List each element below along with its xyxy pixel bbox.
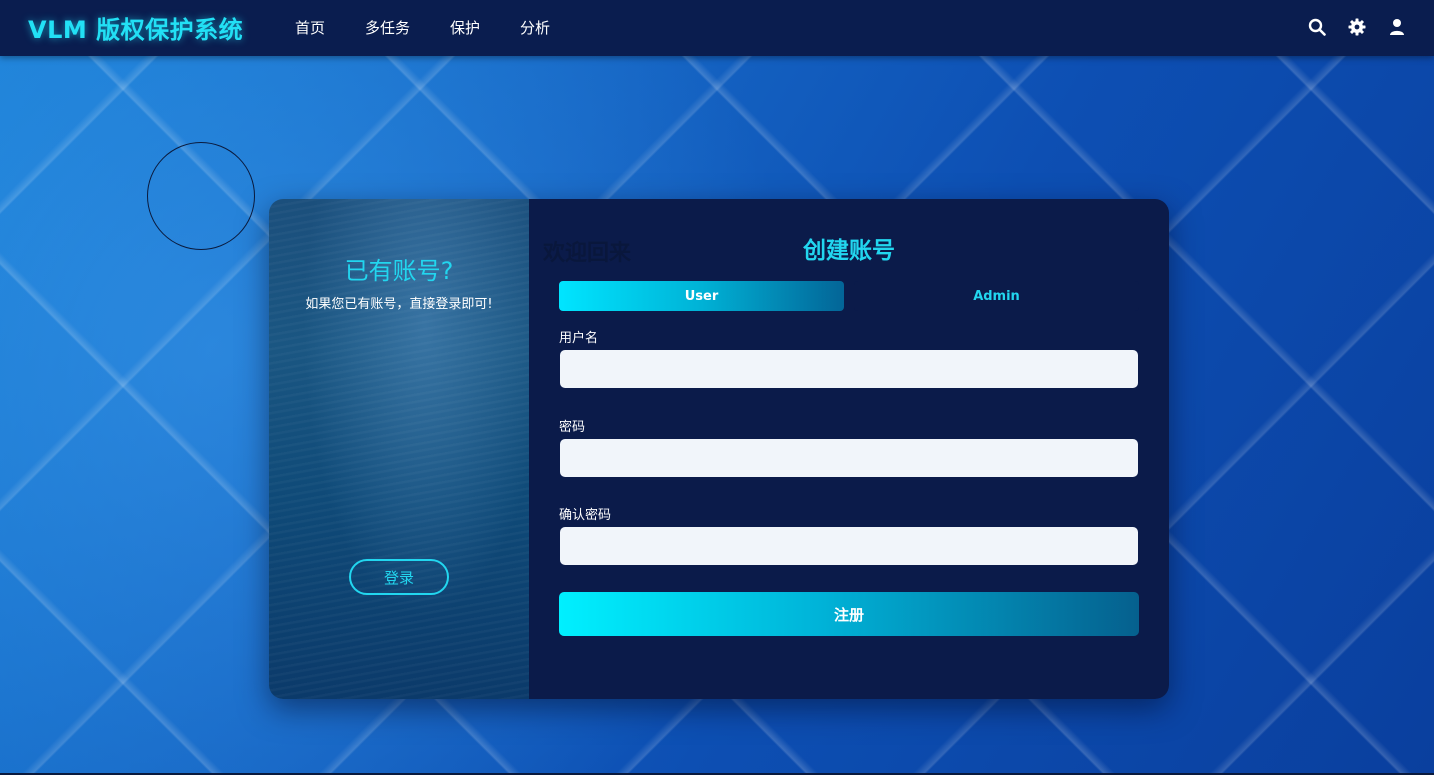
has-account-subtitle: 如果您已有账号，直接登录即可!	[305, 297, 493, 312]
username-input[interactable]	[560, 350, 1138, 388]
tab-admin[interactable]: Admin	[854, 281, 1139, 311]
navbar: VLM 版权保护系统 首页 多任务 保护 分析	[0, 0, 1434, 56]
confirm-password-input[interactable]	[560, 527, 1138, 565]
nav-link-analysis[interactable]: 分析	[520, 17, 550, 38]
user-icon[interactable]	[1386, 16, 1408, 38]
cursor-ring	[147, 142, 255, 250]
username-label: 用户名	[559, 331, 599, 346]
password-input[interactable]	[560, 439, 1138, 477]
password-label: 密码	[559, 420, 586, 435]
nav-link-home[interactable]: 首页	[295, 17, 325, 38]
gear-icon[interactable]	[1346, 16, 1368, 38]
has-account-heading: 已有账号?	[344, 257, 454, 285]
create-account-heading: 创建账号	[803, 238, 895, 264]
tab-user[interactable]: User	[559, 281, 844, 311]
login-button[interactable]: 登录	[349, 559, 449, 595]
nav-link-protect[interactable]: 保护	[450, 17, 480, 38]
nav-icons	[1306, 16, 1408, 38]
register-button[interactable]: 注册	[559, 592, 1139, 636]
brand-logo-text[interactable]: VLM 版权保护系统	[28, 10, 243, 45]
nav-links: 首页 多任务 保护 分析	[295, 17, 590, 38]
search-icon[interactable]	[1306, 16, 1328, 38]
role-tabs: User Admin	[559, 281, 1139, 311]
confirm-password-label: 确认密码	[559, 508, 612, 523]
nav-link-multitask[interactable]: 多任务	[365, 17, 410, 38]
signin-prompt-panel: 已有账号? 如果您已有账号，直接登录即可! 登录	[269, 199, 529, 699]
